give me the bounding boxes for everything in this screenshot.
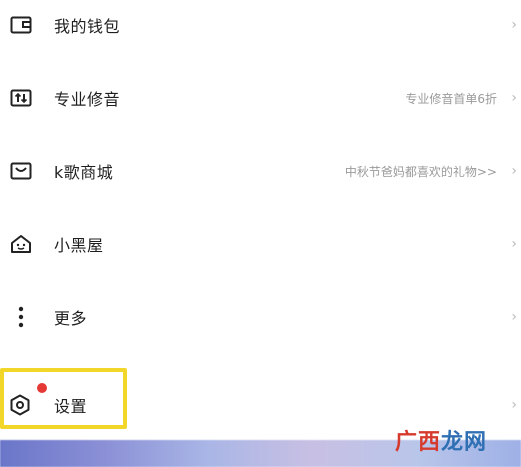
menu-item-label: 更多 <box>54 309 88 328</box>
menu-item-wallet[interactable]: 我的钱包 › <box>0 0 521 50</box>
watermark-part2: 龙网 <box>440 430 487 455</box>
menu-item-more[interactable]: 更多 › <box>0 292 521 342</box>
house-icon <box>8 231 34 257</box>
menu-item-hint: 专业修音首单6折 <box>405 91 497 106</box>
menu-item-label: 小黑屋 <box>54 236 104 255</box>
watermark-part1: 广西 <box>394 430 441 455</box>
menu-item-audio-edit[interactable]: 专业修音 专业修音首单6折 › <box>0 73 521 123</box>
highlight-box <box>0 368 127 429</box>
menu-item-mall[interactable]: k歌商城 中秋节爸妈都喜欢的礼物>> › <box>0 146 521 196</box>
menu-item-blacklist[interactable]: 小黑屋 › <box>0 219 521 269</box>
chevron-right-icon: › <box>511 309 517 325</box>
menu-item-hint: 中秋节爸妈都喜欢的礼物>> <box>344 164 497 179</box>
menu-item-label: 我的钱包 <box>54 17 121 36</box>
audio-edit-icon <box>8 85 34 111</box>
watermark: 广西龙网 <box>395 424 487 456</box>
chevron-right-icon: › <box>511 17 517 33</box>
menu-item-label: 专业修音 <box>54 90 121 109</box>
mall-icon <box>8 158 34 184</box>
more-vertical-icon <box>8 304 34 330</box>
chevron-right-icon: › <box>511 163 517 179</box>
menu-item-label: k歌商城 <box>54 163 114 182</box>
wallet-icon <box>8 12 34 38</box>
chevron-right-icon: › <box>511 236 517 252</box>
chevron-right-icon: › <box>511 90 517 106</box>
chevron-right-icon: › <box>511 397 517 413</box>
